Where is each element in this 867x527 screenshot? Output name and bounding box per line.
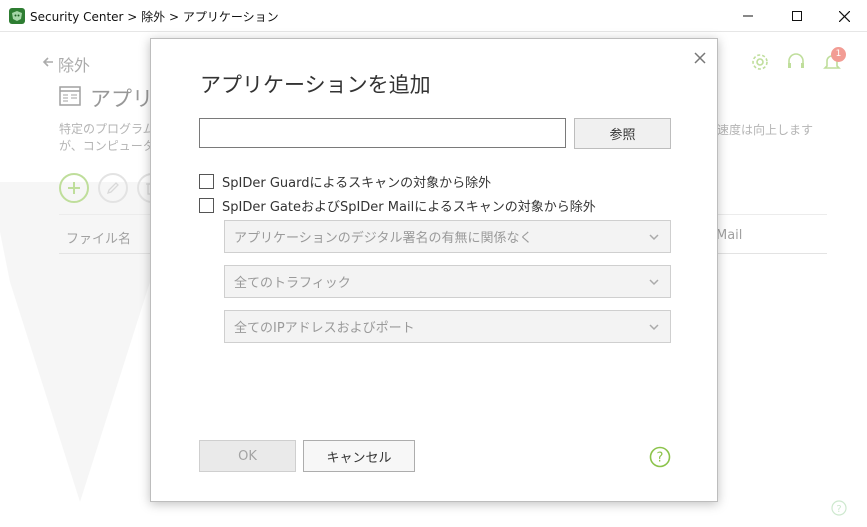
svg-text:?: ? [657,451,664,466]
window-close-button[interactable] [821,0,867,32]
traffic-select[interactable]: 全てのトラフィック [224,265,671,298]
spider-gate-mail-label: SpIDer GateおよびSpIDer Mailによるスキャンの対象から除外 [222,199,596,215]
maximize-button[interactable] [774,0,820,32]
checkbox-row-guard[interactable]: SpIDer Guardによるスキャンの対象から除外 [199,172,492,191]
add-application-dialog: アプリケーションを追加 参照 SpIDer Guardによるスキャンの対象から除… [150,38,718,502]
ip-port-select[interactable]: 全てのIPアドレスおよびポート [224,310,671,343]
cancel-button[interactable]: キャンセル [303,440,415,472]
chevron-down-icon [649,234,659,241]
dialog-close-icon[interactable] [692,50,708,66]
spider-guard-label: SpIDer Guardによるスキャンの対象から除外 [222,175,492,191]
digital-signature-select[interactable]: アプリケーションのデジタル署名の有無に関係なく [224,220,671,253]
dialog-title: アプリケーションを追加 [200,73,431,97]
ok-button[interactable]: OK [199,440,296,472]
window-titlebar: Security Center > 除外 > アプリケーション [0,0,867,32]
browse-button[interactable]: 参照 [574,118,671,149]
app-logo-icon [9,8,25,24]
spider-gate-mail-checkbox[interactable] [199,197,214,213]
minimize-icon [743,15,753,17]
application-path-input[interactable] [199,118,566,148]
minimize-button[interactable] [725,0,771,32]
chevron-down-icon [649,279,659,286]
close-icon [838,10,850,22]
spider-guard-checkbox[interactable] [199,173,214,189]
checkbox-row-gate-mail[interactable]: SpIDer GateおよびSpIDer Mailによるスキャンの対象から除外 [199,196,596,215]
chevron-down-icon [649,324,659,331]
window-title: Security Center > 除外 > アプリケーション [30,10,279,24]
help-icon[interactable]: ? [649,446,671,468]
maximize-icon [792,11,802,21]
